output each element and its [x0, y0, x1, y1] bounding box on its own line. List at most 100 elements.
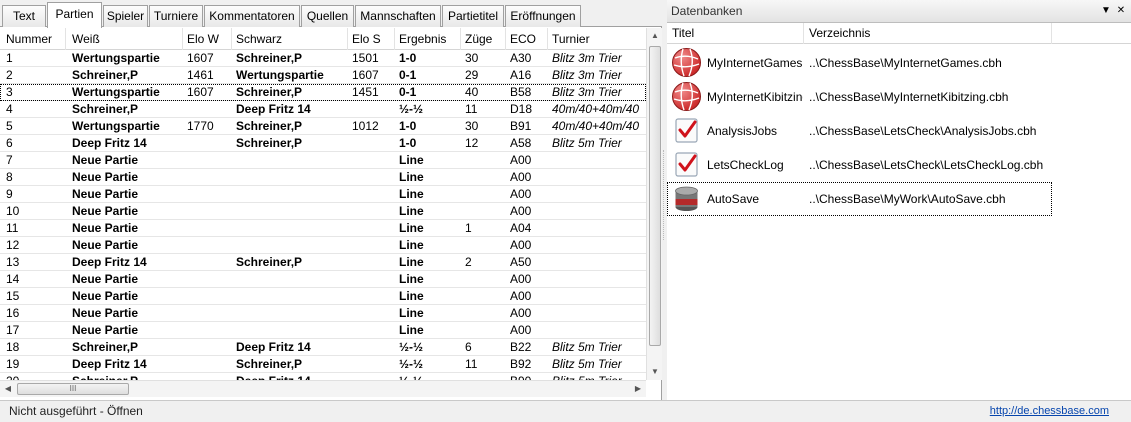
cell-eco: A00 — [510, 204, 532, 218]
table-row[interactable]: 18 Schreiner,P Deep Fritz 14 ½-½ 6 B22 Blitz 5… — [0, 339, 646, 356]
column-header-ergebnis[interactable]: Ergebnis — [395, 28, 461, 50]
table-row[interactable]: 3 Wertungspartie 1607 Schreiner,P 1451 0-1 40 B… — [0, 84, 646, 101]
cell-ergebnis: Line — [399, 170, 424, 184]
table-row[interactable]: 20Schreiner,P Deep Fritz 14 ½-½ B90Blitz 5m… — [0, 373, 646, 380]
tab-partien[interactable]: Partien — [47, 2, 102, 28]
cell-nummer: 9 — [6, 187, 13, 201]
tab-turniere[interactable]: Turniere — [149, 5, 203, 27]
table-row[interactable]: 19 Deep Fritz 14 Schreiner,P ½-½ 11 B92 Blitz … — [0, 356, 646, 373]
table-row[interactable]: 10 Neue Partie Line A00 — [0, 203, 646, 220]
database-title: MyInternetKibitzing — [707, 90, 803, 104]
splitter-grip-icon — [663, 150, 666, 240]
table-row[interactable]: 5 Wertungspartie 1770 Schreiner,P 1012 1-0 30 B… — [0, 118, 646, 135]
table-row[interactable]: 6 Deep Fritz 14 Schreiner,P 1-0 12 A58 Blitz 5… — [0, 135, 646, 152]
cell-nummer: 6 — [6, 136, 13, 150]
dropdown-arrow-icon[interactable]: ▼ — [1099, 4, 1113, 18]
database-item[interactable]: AnalysisJobs ..\ChessBase\LetsCheck\Analy… — [667, 114, 1052, 148]
table-row[interactable]: 7 Neue Partie Line A00 — [0, 152, 646, 169]
cell-turnier — [548, 271, 646, 287]
close-icon[interactable]: ✕ — [1114, 4, 1128, 18]
games-horizontal-scrollbar[interactable]: ◀ III ▶ — [0, 380, 646, 397]
cell-zuege: 6 — [465, 340, 472, 354]
cell-ergebnis: Line — [399, 221, 424, 235]
cell-nummer: 7 — [6, 153, 13, 167]
database-title: MyInternetGames — [707, 56, 803, 70]
cell-ergebnis: Line — [399, 289, 424, 303]
cell-turnier — [548, 220, 646, 236]
cell-turnier: 40m/40+40m/40 — [552, 119, 640, 133]
table-row[interactable]: 12 Neue Partie Line A00 — [0, 237, 646, 254]
database-item[interactable]: MyInternetGames ..\ChessBase\MyInternetGa… — [667, 46, 1052, 80]
column-header-elo-w[interactable]: Elo W — [183, 28, 232, 50]
database-item[interactable]: MyInternetKibitzing ..\ChessBase\MyIntern… — [667, 80, 1052, 114]
cell-weiss: Neue Partie — [72, 153, 139, 167]
chessbase-link[interactable]: http://de.chessbase.com — [990, 401, 1109, 422]
cell-eco: A00 — [510, 170, 532, 184]
table-row[interactable]: 9 Neue Partie Line A00 — [0, 186, 646, 203]
scroll-thumb[interactable] — [649, 46, 661, 346]
cell-turnier: 40m/40+40m/40 — [552, 102, 640, 116]
database-item[interactable]: LetsCheckLog ..\ChessBase\LetsCheck\LetsC… — [667, 148, 1052, 182]
cell-zuege — [461, 288, 506, 304]
cell-ergebnis: 0-1 — [399, 85, 417, 99]
table-row[interactable]: 2 Schreiner,P 1461 Wertungspartie 1607 0-1 29 A… — [0, 67, 646, 84]
table-row[interactable]: 15 Neue Partie Line A00 — [0, 288, 646, 305]
cell-schwarz: Schreiner,P — [236, 119, 303, 133]
tab-text[interactable]: Text — [2, 5, 46, 27]
cell-turnier — [548, 305, 646, 321]
cell-ergebnis: 1-0 — [399, 51, 417, 65]
cell-elo-s — [348, 186, 395, 202]
table-row[interactable]: 17 Neue Partie Line A00 — [0, 322, 646, 339]
cell-ergebnis: Line — [399, 323, 424, 337]
scroll-right-arrow-icon[interactable]: ▶ — [630, 381, 646, 397]
tab-partietitel[interactable]: Partietitel — [442, 5, 504, 27]
cell-eco: A00 — [510, 306, 532, 320]
column-header-turnier[interactable]: Turnier — [548, 28, 646, 50]
database-item[interactable]: AutoSave ..\ChessBase\MyWork\AutoSave.cbh — [667, 182, 1052, 216]
table-row[interactable]: 11 Neue Partie Line 1 A04 — [0, 220, 646, 237]
databases-titlebar: Datenbanken ▼ ✕ — [667, 0, 1131, 23]
tab-spieler[interactable]: Spieler — [103, 5, 148, 27]
table-row[interactable]: 8 Neue Partie Line A00 — [0, 169, 646, 186]
cell-weiss: Schreiner,P — [72, 102, 139, 116]
column-header-eco[interactable]: ECO — [506, 28, 548, 50]
cell-elo-s — [348, 220, 395, 236]
tab-eroeffnungen[interactable]: Eröffnungen — [505, 5, 581, 27]
column-header-zuege[interactable]: Züge — [461, 28, 506, 50]
cell-eco: A00 — [510, 238, 532, 252]
table-row[interactable]: 1 Wertungspartie 1607 Schreiner,P 1501 1-0 30 A… — [0, 50, 646, 67]
internet-database-icon — [671, 47, 702, 78]
cell-weiss: Neue Partie — [72, 221, 139, 235]
table-row[interactable]: 13 Deep Fritz 14 Schreiner,P Line 2 A50 — [0, 254, 646, 271]
cell-schwarz — [232, 186, 348, 202]
column-header-weiss[interactable]: Weiß — [68, 28, 183, 50]
cell-elo-w — [183, 237, 232, 253]
tab-mannschaften[interactable]: Mannschaften — [355, 5, 441, 27]
scroll-left-arrow-icon[interactable]: ◀ — [0, 381, 16, 397]
table-row[interactable]: 4 Schreiner,P Deep Fritz 14 ½-½ 11 D18 40m/40+… — [0, 101, 646, 118]
cell-elo-s: 1012 — [352, 119, 379, 133]
column-header-nummer[interactable]: Nummer — [2, 28, 66, 50]
table-row[interactable]: 16 Neue Partie Line A00 — [0, 305, 646, 322]
table-row[interactable]: 14 Neue Partie Line A00 — [0, 271, 646, 288]
column-header-verzeichnis[interactable]: Verzeichnis — [804, 23, 1052, 44]
column-header-titel[interactable]: Titel — [667, 23, 804, 44]
databases-panel: Datenbanken ▼ ✕ Titel Verzeichnis MyInte… — [667, 0, 1131, 400]
tab-kommentatoren[interactable]: Kommentatoren — [204, 5, 300, 27]
cell-elo-s — [348, 254, 395, 270]
database-title: LetsCheckLog — [707, 158, 784, 172]
games-panel: Text Partien Spieler Turniere Kommentato… — [0, 0, 662, 400]
cell-ergebnis: Line — [399, 204, 424, 218]
cell-ergebnis: Line — [399, 306, 424, 320]
column-header-elo-s[interactable]: Elo S — [348, 28, 395, 50]
tab-quellen[interactable]: Quellen — [301, 5, 354, 27]
games-vertical-scrollbar[interactable]: ▲ ▼ — [646, 28, 662, 380]
column-header-schwarz[interactable]: Schwarz — [232, 28, 348, 50]
database-path: ..\ChessBase\MyInternetGames.cbh — [809, 56, 1002, 70]
hscroll-thumb[interactable]: III — [17, 383, 129, 395]
cell-ergebnis: ½-½ — [399, 357, 424, 371]
cell-elo-s — [348, 373, 395, 380]
scroll-up-arrow-icon[interactable]: ▲ — [647, 28, 663, 44]
cell-ergebnis: ½-½ — [395, 373, 461, 380]
scroll-down-arrow-icon[interactable]: ▼ — [647, 364, 663, 380]
